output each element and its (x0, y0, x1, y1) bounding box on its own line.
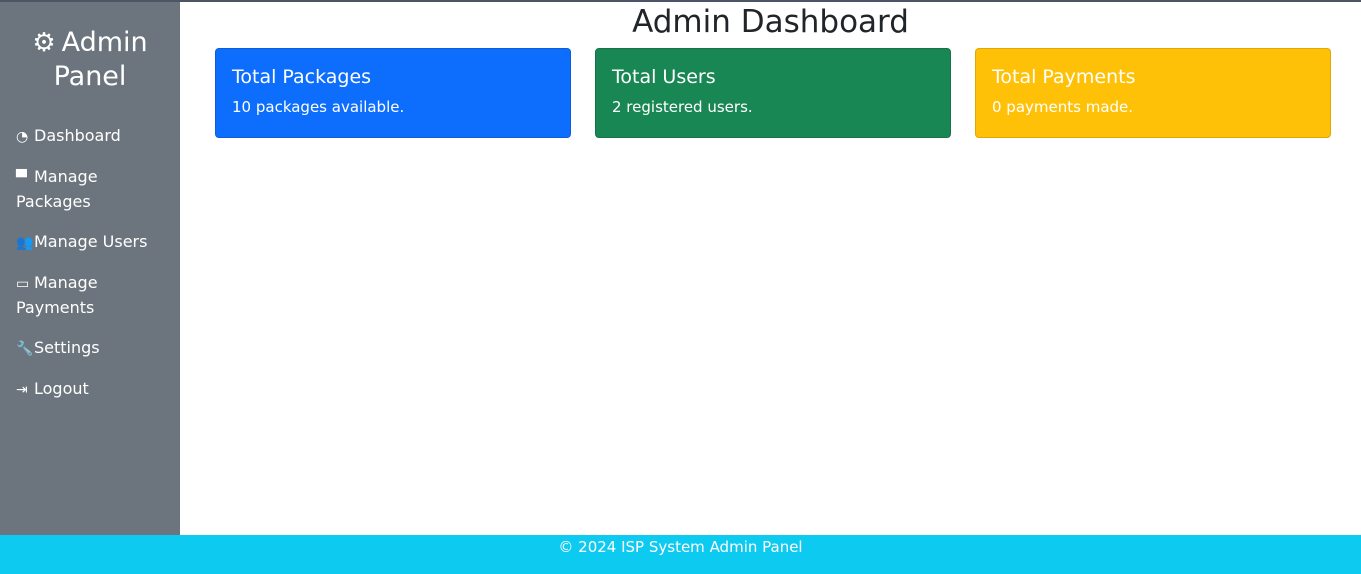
wrench-icon: 🔧 (16, 341, 34, 357)
card-text: 2 registered users. (612, 98, 753, 116)
sidebar-brand: ⚙ Admin Panel (0, 26, 180, 94)
sidebar-item-label: Logout (34, 379, 89, 398)
card-title: Total Packages (232, 66, 372, 88)
sidebar-item-logout[interactable]: ⇥ Logout (16, 377, 166, 402)
sidebar-item-settings[interactable]: 🔧Settings (16, 336, 166, 361)
archive-icon: ▀ (16, 170, 27, 186)
users-icon: 👥 (16, 235, 34, 251)
sign-out-icon: ⇥ (16, 382, 28, 398)
brand-line2: Panel (53, 61, 127, 92)
sidebar-item-label: Settings (34, 338, 100, 357)
sidebar-nav: ◔ Dashboard ▀ Manage Packages 👥Manage User… (16, 124, 166, 418)
main-content: Admin Dashboard Total Packages 10 packag… (180, 2, 1361, 535)
card-title: Total Users (612, 66, 716, 88)
total-packages-card: Total Packages 10 packages available. (215, 48, 571, 138)
sidebar-item-manage-payments[interactable]: ▭ Manage Payments (16, 271, 166, 320)
sidebar-item-manage-packages[interactable]: ▀ Manage Packages (16, 165, 166, 214)
cogs-icon: ⚙ (32, 28, 56, 58)
card-title: Total Payments (992, 66, 1136, 88)
sidebar-item-label: Manage Users (34, 232, 148, 251)
tachometer-icon: ◔ (16, 129, 29, 145)
card-text: 0 payments made. (992, 98, 1134, 116)
footer: © 2024 ISP System Admin Panel (0, 535, 1361, 574)
credit-card-icon: ▭ (16, 276, 30, 292)
sidebar: ⚙ Admin Panel ◔ Dashboard ▀ Manage Packages… (0, 2, 180, 535)
footer-text: © 2024 ISP System Admin Panel (558, 538, 803, 556)
card-text: 10 packages available. (232, 98, 405, 116)
total-payments-card: Total Payments 0 payments made. (975, 48, 1331, 138)
brand-line1: Admin (61, 27, 148, 58)
total-users-card: Total Users 2 registered users. (595, 48, 951, 138)
sidebar-item-label: Dashboard (34, 126, 121, 145)
sidebar-item-dashboard[interactable]: ◔ Dashboard (16, 124, 166, 149)
sidebar-item-manage-users[interactable]: 👥Manage Users (16, 230, 166, 255)
page-title: Admin Dashboard (632, 4, 909, 40)
